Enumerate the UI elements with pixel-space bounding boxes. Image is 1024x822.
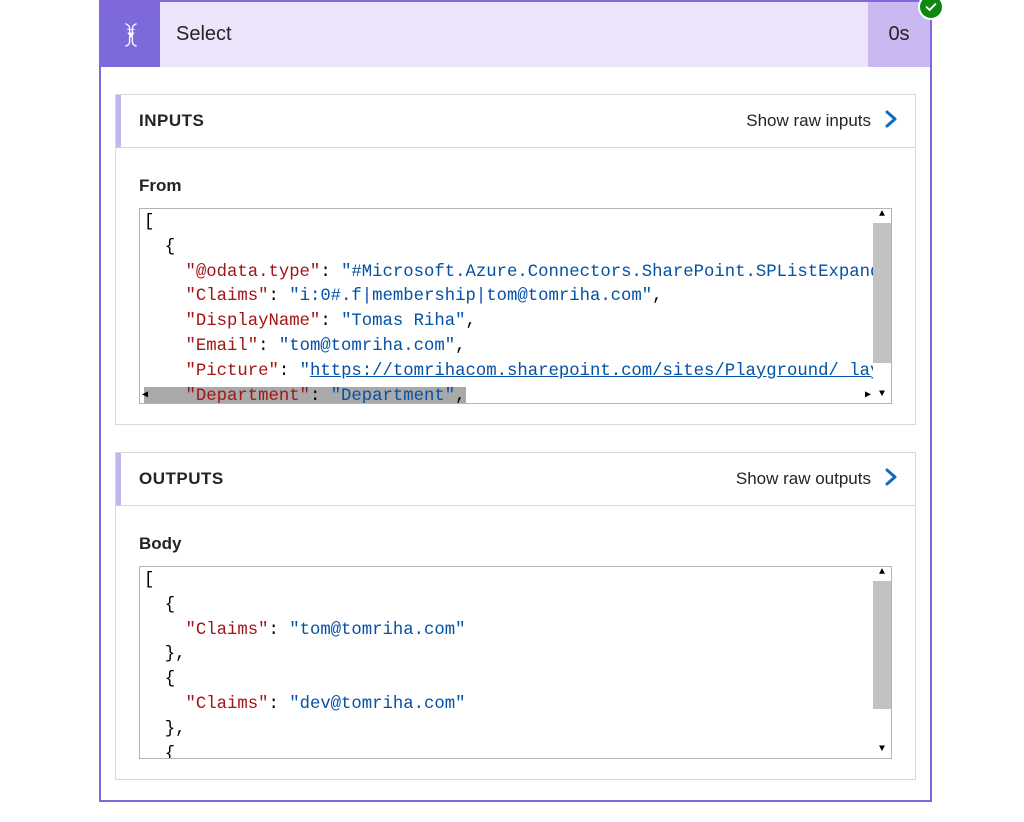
select-action-card: Select 0s INPUTS Show raw inputs From [ … [99,0,932,802]
scroll-up-icon[interactable]: ▲ [873,567,891,581]
vertical-scrollbar[interactable]: ▲ ▼ [873,567,891,758]
scroll-thumb[interactable] [873,581,891,709]
outputs-panel-body: Body [ { "Claims": "tom@tomriha.com" }, … [116,506,915,779]
scroll-down-icon[interactable]: ▼ [873,389,891,403]
from-label: From [139,176,892,196]
vertical-scrollbar[interactable]: ▲ ▼ [873,209,891,403]
outputs-panel-header: OUTPUTS Show raw outputs [116,453,915,506]
show-raw-inputs-button[interactable]: Show raw inputs [746,109,901,134]
inputs-panel-header: INPUTS Show raw inputs [116,95,915,148]
inputs-panel-body: From [ { "@odata.type": "#Microsoft.Azur… [116,148,915,424]
chevron-right-icon [881,467,901,492]
scroll-thumb[interactable] [873,223,891,363]
inputs-panel-title: INPUTS [139,111,204,131]
action-title: Select [160,2,868,67]
card-header: Select 0s [101,2,930,67]
scroll-left-icon[interactable]: ◀ [142,384,148,404]
status-success-icon [918,0,944,20]
inputs-panel: INPUTS Show raw inputs From [ { "@odata.… [115,94,916,425]
outputs-panel-title: OUTPUTS [139,469,224,489]
body-label: Body [139,534,892,554]
horizontal-scrollbar[interactable]: ◀ ▶ [140,389,873,403]
from-code-viewer[interactable]: [ { "@odata.type": "#Microsoft.Azure.Con… [139,208,892,404]
show-raw-outputs-button[interactable]: Show raw outputs [736,467,901,492]
show-raw-outputs-label: Show raw outputs [736,469,871,489]
chevron-right-icon [881,109,901,134]
outputs-panel: OUTPUTS Show raw outputs Body [ { "Claim… [115,452,916,780]
card-body: INPUTS Show raw inputs From [ { "@odata.… [101,94,930,780]
scroll-right-icon[interactable]: ▶ [865,384,871,404]
show-raw-inputs-label: Show raw inputs [746,111,871,131]
body-code-viewer[interactable]: [ { "Claims": "tom@tomriha.com" }, { "Cl… [139,566,892,759]
select-icon [101,2,160,67]
scroll-down-icon[interactable]: ▼ [873,744,891,758]
scroll-up-icon[interactable]: ▲ [873,209,891,223]
